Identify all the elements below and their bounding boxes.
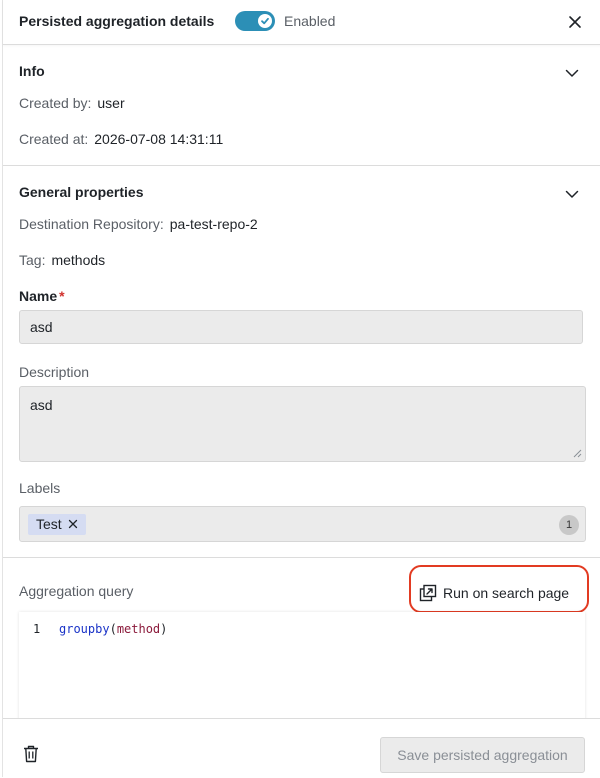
general-section-title[interactable]: General properties [19, 184, 144, 200]
chevron-down-icon[interactable] [564, 65, 580, 81]
open-external-icon [419, 584, 437, 602]
toggle-knob [258, 14, 272, 28]
resize-grip-icon[interactable] [573, 449, 582, 458]
details-panel: Persisted aggregation details Enabled In… [2, 0, 600, 778]
labels-label: Labels [19, 480, 61, 496]
close-icon[interactable] [565, 12, 585, 32]
code-paren-open: ( [109, 622, 117, 636]
created-by-value: user [97, 95, 125, 111]
panel-title: Persisted aggregation details [19, 13, 215, 29]
chevron-down-icon[interactable] [564, 186, 580, 202]
tag-value: methods [51, 252, 106, 268]
info-section-title[interactable]: Info [19, 63, 45, 79]
panel-header: Persisted aggregation details Enabled [3, 0, 600, 45]
enabled-toggle[interactable] [235, 11, 275, 31]
description-value: asd [30, 397, 53, 413]
labels-input[interactable]: Test 1 [19, 506, 586, 542]
tag-row: Tag: methods [19, 252, 105, 268]
code-function: groupby [59, 622, 110, 636]
created-by-row: Created by: user [19, 95, 125, 111]
created-at-value: 2026-07-08 14:31:11 [94, 131, 224, 147]
name-label: Name * [19, 288, 65, 304]
check-icon [261, 17, 269, 25]
created-at-row: Created at: 2026-07-08 14:31:11 [19, 131, 223, 147]
created-by-label: Created by: [19, 95, 92, 111]
name-label-text: Name [19, 288, 58, 304]
toggle-label: Enabled [284, 13, 336, 29]
required-asterisk: * [59, 288, 65, 304]
destination-repo-value: pa-test-repo-2 [169, 216, 258, 232]
section-divider [3, 557, 600, 558]
aggregation-query-label: Aggregation query [19, 583, 134, 599]
line-number: 1 [33, 622, 41, 636]
panel-footer: Save persisted aggregation [3, 718, 600, 778]
run-on-search-page-button[interactable]: Run on search page [419, 580, 569, 606]
description-label: Description [19, 364, 90, 380]
created-at-label: Created at: [19, 131, 89, 147]
destination-repo-label: Destination Repository: [19, 216, 164, 232]
code-argument: method [116, 622, 161, 636]
save-persisted-aggregation-button[interactable]: Save persisted aggregation [380, 737, 585, 773]
name-input[interactable]: asd [19, 310, 583, 344]
tag-label: Tag: [19, 252, 46, 268]
run-on-search-page-label: Run on search page [443, 585, 570, 601]
code-line: groupby(method) [59, 622, 167, 636]
section-divider [3, 165, 600, 166]
query-editor[interactable]: 1 groupby(method) [19, 612, 585, 720]
destination-repo-row: Destination Repository: pa-test-repo-2 [19, 216, 258, 232]
label-chip-text: Test [36, 516, 62, 532]
description-textarea[interactable]: asd [19, 386, 586, 462]
remove-label-icon[interactable] [68, 519, 78, 529]
labels-count-badge: 1 [559, 515, 579, 535]
trash-icon[interactable] [23, 745, 39, 763]
code-paren-close: ) [160, 622, 168, 636]
label-chip: Test [28, 514, 86, 535]
